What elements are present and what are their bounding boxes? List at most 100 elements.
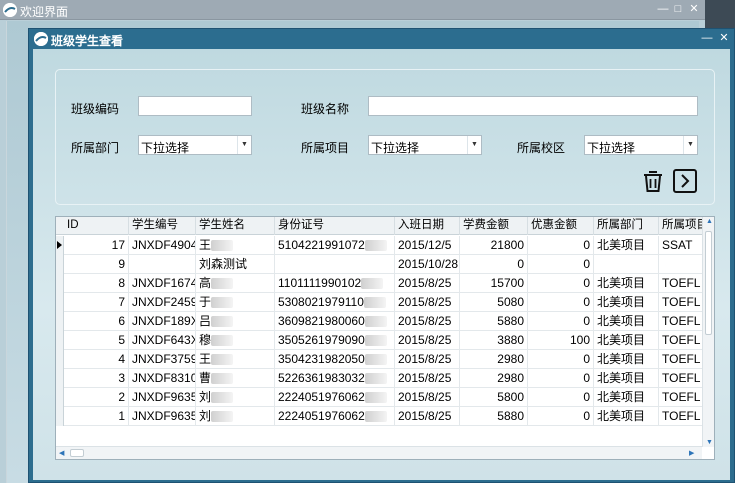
table-cell[interactable]: 北美项目 <box>594 312 659 331</box>
horizontal-scrollbar[interactable]: ◀ ▶ <box>56 446 702 459</box>
row-header[interactable] <box>56 293 64 312</box>
table-cell[interactable]: 5 <box>64 331 129 350</box>
scroll-down-icon[interactable]: ▼ <box>706 439 713 446</box>
table-cell[interactable]: 6 <box>64 312 129 331</box>
row-header[interactable] <box>56 312 64 331</box>
table-cell[interactable]: 3880 <box>460 331 528 350</box>
table-cell[interactable]: 21800 <box>460 236 528 255</box>
table-row[interactable]: 1 JNXDF96352 刘 2224051976062 2015/8/25 5880 0北… <box>56 407 709 426</box>
table-cell[interactable]: JNXDF643X2 <box>129 331 196 350</box>
next-button[interactable] <box>672 168 698 194</box>
project-select[interactable]: 下拉选择 ▼ <box>368 135 482 155</box>
scroll-left-icon[interactable]: ◀ <box>59 449 64 457</box>
column-header[interactable]: 入班日期 <box>395 217 460 235</box>
table-cell[interactable]: 于 <box>196 293 275 312</box>
horizontal-scroll-thumb[interactable] <box>70 449 84 457</box>
close-button[interactable]: ✕ <box>717 31 731 45</box>
minimize-button[interactable]: — <box>656 2 670 16</box>
column-header[interactable]: 身份证号 <box>275 217 395 235</box>
row-header[interactable] <box>56 388 64 407</box>
table-cell[interactable]: 2015/8/25 <box>395 312 460 331</box>
table-cell[interactable]: 2015/12/5 <box>395 236 460 255</box>
table-cell[interactable] <box>129 255 196 274</box>
table-cell[interactable]: 2015/8/25 <box>395 407 460 426</box>
scroll-up-icon[interactable]: ▲ <box>706 218 713 225</box>
table-cell[interactable]: 0 <box>528 407 594 426</box>
table-cell[interactable]: 1 <box>64 407 129 426</box>
table-cell[interactable]: 曹 <box>196 369 275 388</box>
table-cell[interactable]: 3505261979090 <box>275 331 395 350</box>
column-header[interactable]: 学生姓名 <box>196 217 275 235</box>
table-row[interactable]: 9 刘森测试 2015/10/28 0 0 <box>56 255 709 274</box>
chevron-down-icon[interactable]: ▼ <box>237 136 251 154</box>
table-cell[interactable]: 北美项目 <box>594 369 659 388</box>
table-row[interactable]: 17 JNXDF49040 王 5104221991072 2015/12/5 21800… <box>56 236 709 255</box>
chevron-down-icon[interactable]: ▼ <box>467 136 481 154</box>
row-header[interactable] <box>56 407 64 426</box>
table-cell[interactable]: 2015/8/25 <box>395 293 460 312</box>
table-cell[interactable] <box>594 255 659 274</box>
window-title-bar[interactable]: 班级学生查看 — ✕ <box>29 29 734 49</box>
table-cell[interactable]: 穆 <box>196 331 275 350</box>
table-cell[interactable]: 2015/8/25 <box>395 350 460 369</box>
table-cell[interactable]: 0 <box>528 369 594 388</box>
table-row[interactable]: 3 JNXDF83102 曹 5226361983032 2015/8/25 2980 0北… <box>56 369 709 388</box>
table-cell[interactable]: 王 <box>196 236 275 255</box>
table-cell[interactable] <box>275 255 395 274</box>
row-header[interactable] <box>56 255 64 274</box>
table-cell[interactable]: 15700 <box>460 274 528 293</box>
table-cell[interactable]: 2224051976062 <box>275 388 395 407</box>
table-cell[interactable]: 刘 <box>196 388 275 407</box>
column-header[interactable]: 所属部门 <box>594 217 659 235</box>
department-select[interactable]: 下拉选择 ▼ <box>138 135 252 155</box>
table-cell[interactable]: 3 <box>64 369 129 388</box>
table-cell[interactable]: 2224051976062 <box>275 407 395 426</box>
column-header[interactable]: 学生编号 <box>129 217 196 235</box>
row-header[interactable] <box>56 350 64 369</box>
table-cell[interactable]: 北美项目 <box>594 331 659 350</box>
table-cell[interactable]: 2980 <box>460 369 528 388</box>
table-cell[interactable]: 5226361983032 <box>275 369 395 388</box>
minimize-button[interactable]: — <box>700 31 714 45</box>
table-cell[interactable]: JNXDF49040 <box>129 236 196 255</box>
table-cell[interactable]: 2 <box>64 388 129 407</box>
table-cell[interactable]: 100 <box>528 331 594 350</box>
table-cell[interactable]: 2980 <box>460 350 528 369</box>
table-row[interactable]: 6 JNXDF189X2 吕 3609821980060 2015/8/25 5880 0北… <box>56 312 709 331</box>
table-cell[interactable]: 7 <box>64 293 129 312</box>
table-cell[interactable]: 北美项目 <box>594 350 659 369</box>
table-cell[interactable]: 刘森测试 <box>196 255 275 274</box>
table-cell[interactable]: 0 <box>528 255 594 274</box>
table-cell[interactable]: JNXDF24592 <box>129 293 196 312</box>
table-cell[interactable]: 北美项目 <box>594 274 659 293</box>
table-cell[interactable]: 0 <box>528 350 594 369</box>
table-cell[interactable]: 3609821980060 <box>275 312 395 331</box>
table-cell[interactable]: 0 <box>528 388 594 407</box>
table-cell[interactable]: 吕 <box>196 312 275 331</box>
maximize-button[interactable]: □ <box>671 2 685 16</box>
vertical-scrollbar[interactable]: ▲ ▼ <box>702 217 714 447</box>
campus-select[interactable]: 下拉选择 ▼ <box>584 135 698 155</box>
table-cell[interactable]: JNXDF16742 <box>129 274 196 293</box>
row-header[interactable] <box>56 369 64 388</box>
table-cell[interactable]: 3504231982050 <box>275 350 395 369</box>
table-cell[interactable]: 2015/8/25 <box>395 369 460 388</box>
close-button[interactable]: ✕ <box>687 2 701 16</box>
table-cell[interactable]: 北美项目 <box>594 236 659 255</box>
table-cell[interactable]: 0 <box>528 236 594 255</box>
table-cell[interactable]: 北美项目 <box>594 407 659 426</box>
table-cell[interactable]: 2015/8/25 <box>395 388 460 407</box>
table-cell[interactable]: JNXDF96352 <box>129 388 196 407</box>
table-cell[interactable]: 5080 <box>460 293 528 312</box>
table-cell[interactable]: 2015/10/28 <box>395 255 460 274</box>
delete-button[interactable] <box>640 168 666 194</box>
table-cell[interactable]: 9 <box>64 255 129 274</box>
scroll-right-icon[interactable]: ▶ <box>689 449 694 457</box>
row-header[interactable] <box>56 331 64 350</box>
table-row[interactable]: 5 JNXDF643X2 穆 3505261979090 2015/8/25 3880 10… <box>56 331 709 350</box>
row-header[interactable] <box>56 236 64 255</box>
table-cell[interactable]: 2015/8/25 <box>395 274 460 293</box>
table-cell[interactable]: 0 <box>460 255 528 274</box>
table-cell[interactable]: 5800 <box>460 388 528 407</box>
table-row[interactable]: 4 JNXDF37592 王 3504231982050 2015/8/25 2980 0北… <box>56 350 709 369</box>
